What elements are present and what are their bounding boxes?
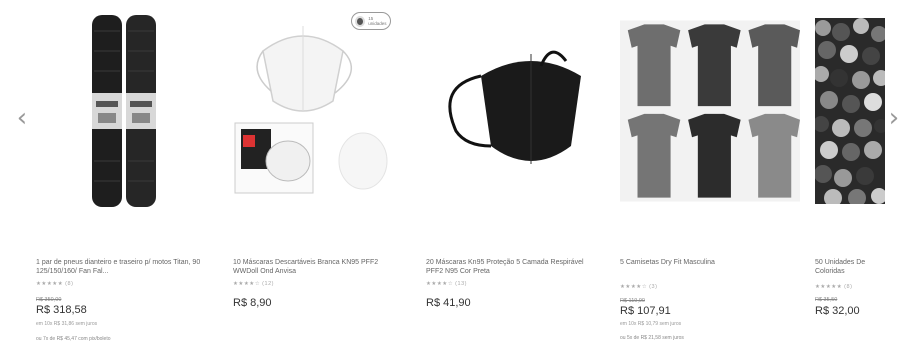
product-title[interactable]: 50 Unidades De Coloridas [815, 258, 885, 276]
product-installments: em 10x R$ 31,86 sem juros [36, 321, 98, 327]
product-rating: ★★★★★ (8) [815, 284, 853, 290]
product-card[interactable]: 50 Unidades De Coloridas ★★★★★ (8) R$ 35… [815, 0, 885, 360]
product-pix-info: ou 5x de R$ 21,58 sem juros [620, 335, 684, 341]
product-rating: ★★★★☆ (12) [233, 281, 274, 287]
chevron-right-icon: › [888, 103, 900, 133]
tshirts-image [620, 20, 800, 202]
product-price: R$ 41,90 [426, 297, 471, 309]
product-card[interactable]: 15 unidades 10 Máscaras Descartáveis Bra… [233, 0, 413, 360]
badge-icon [355, 15, 366, 27]
product-old-price: R$ 350,00 [36, 297, 62, 303]
product-image-black-mask[interactable] [426, 8, 606, 214]
product-price: R$ 107,91 [620, 305, 671, 317]
product-image-tires[interactable] [36, 8, 216, 214]
product-title[interactable]: 10 Máscaras Descartáveis Branca KN95 PFF… [233, 258, 403, 276]
product-card[interactable]: 5 Camisetas Dry Fit Masculina ★★★★☆ (3) … [620, 0, 800, 360]
product-pix-info: ou 7x de R$ 45,47 com pix/boleto [36, 336, 111, 342]
product-title[interactable]: 20 Máscaras Kn95 Proteção 5 Camada Respi… [426, 258, 596, 276]
product-title[interactable]: 5 Camisetas Dry Fit Masculina [620, 258, 790, 267]
product-rating: ★★★★☆ (3) [620, 284, 658, 290]
product-price: R$ 318,58 [36, 304, 87, 316]
tires-image [92, 15, 156, 207]
carousel-prev-button[interactable]: ‹ [8, 100, 36, 136]
balls-image [815, 18, 885, 204]
product-price: R$ 32,00 [815, 305, 860, 317]
product-old-price: R$ 119,90 [620, 298, 645, 304]
product-image-tshirts[interactable] [620, 8, 800, 214]
product-price: R$ 8,90 [233, 297, 272, 309]
product-rating: ★★★★☆ (13) [426, 281, 467, 287]
product-installments: em 10x R$ 10,79 sem juros [620, 321, 682, 327]
product-rating: ★★★★★ (8) [36, 281, 74, 287]
product-title[interactable]: 1 par de pneus dianteiro e traseiro p/ m… [36, 258, 211, 276]
white-masks-image [234, 26, 388, 194]
product-image-white-masks[interactable] [233, 8, 413, 214]
badge-label: 15 unidades [368, 16, 387, 26]
product-card[interactable]: 1 par de pneus dianteiro e traseiro p/ m… [36, 0, 216, 360]
product-old-price: R$ 35,50 [815, 297, 838, 303]
black-mask-image [448, 50, 581, 164]
product-card[interactable]: 20 Máscaras Kn95 Proteção 5 Camada Respi… [426, 0, 606, 360]
product-image-balls[interactable] [815, 8, 885, 214]
chevron-left-icon: ‹ [16, 103, 28, 133]
units-badge: 15 unidades [351, 12, 391, 30]
